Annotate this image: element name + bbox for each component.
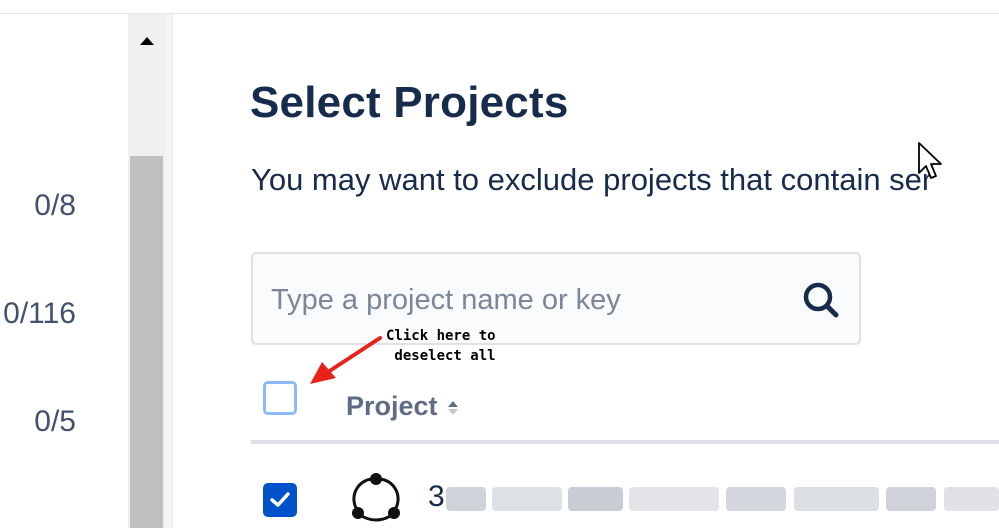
sidebar: 0/8 0/116 0/5	[0, 14, 128, 528]
page-description: You may want to exclude projects that co…	[251, 162, 933, 197]
panel-divider	[165, 14, 173, 528]
scroll-up-arrow-icon	[139, 37, 154, 45]
sidebar-scrollbar[interactable]	[128, 14, 165, 528]
column-header-project[interactable]: Project	[346, 391, 438, 422]
project-name: 3	[428, 480, 445, 513]
search-icon[interactable]	[799, 278, 843, 322]
red-arrow-icon	[310, 336, 382, 384]
page-title: Select Projects	[250, 78, 569, 127]
table-header-divider	[251, 440, 999, 444]
sidebar-count: 0/8	[34, 189, 76, 222]
select-all-checkbox[interactable]	[263, 381, 297, 415]
blurred-project-name	[446, 481, 999, 517]
checkmark-icon	[270, 492, 290, 507]
scroll-thumb[interactable]	[130, 156, 163, 528]
sidebar-count: 0/5	[34, 405, 76, 438]
row-checkbox[interactable]	[263, 483, 297, 517]
mouse-pointer-icon	[918, 142, 942, 179]
scroll-up-button[interactable]	[128, 30, 165, 52]
sort-icon[interactable]	[447, 398, 459, 418]
search-input[interactable]	[271, 280, 771, 320]
project-avatar-icon	[346, 467, 406, 528]
sidebar-count: 0/116	[3, 297, 76, 330]
annotation-text: Click here to deselect all	[386, 328, 496, 364]
